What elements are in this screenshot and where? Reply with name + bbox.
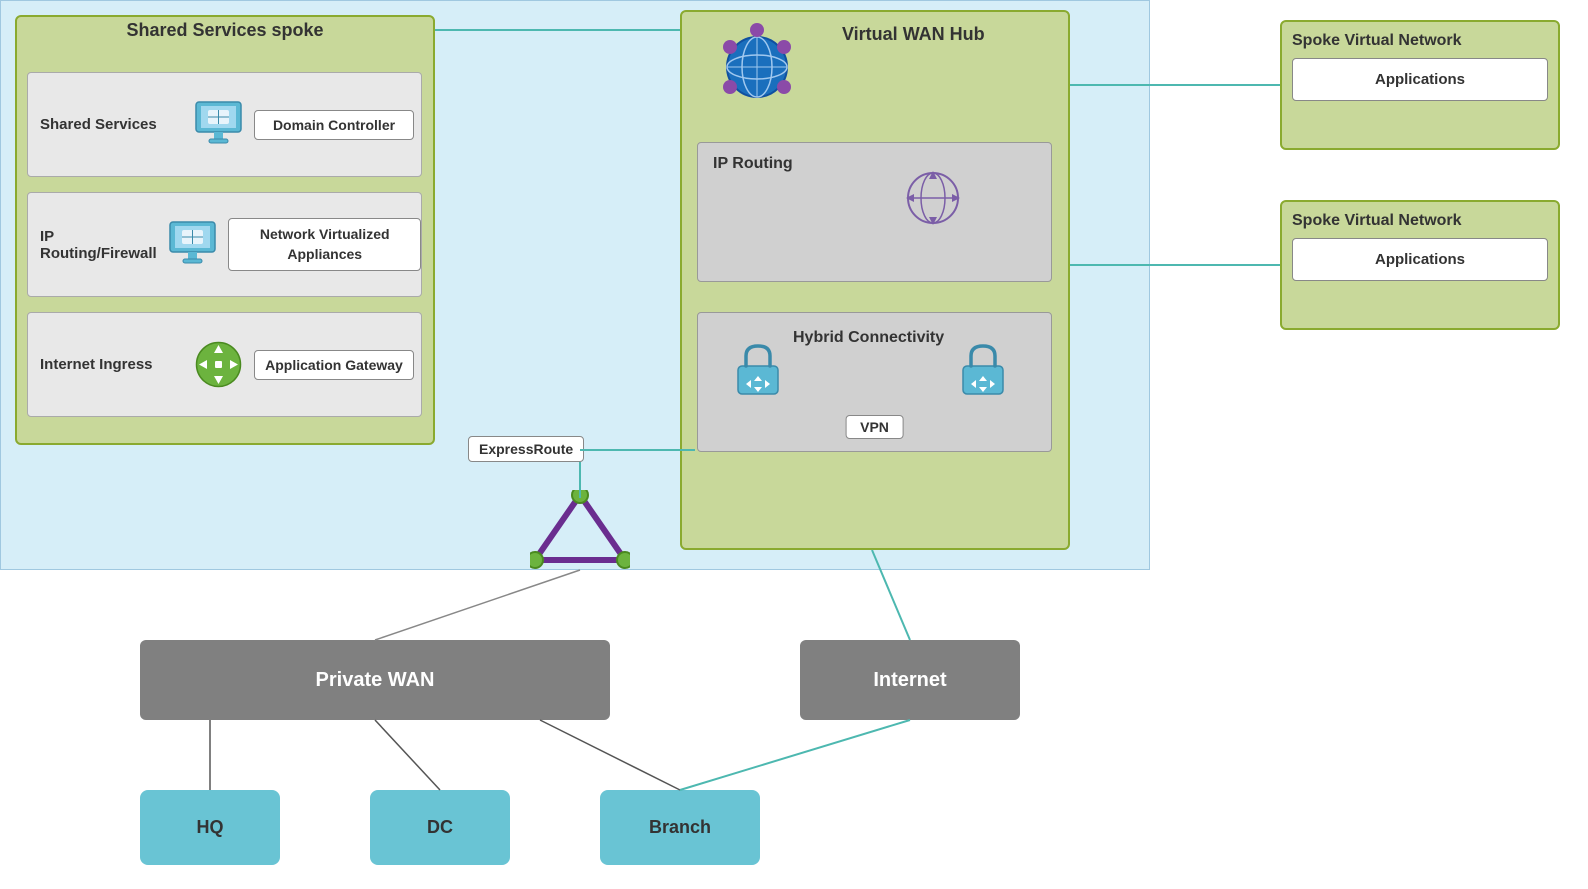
application-gateway-box: Application Gateway — [254, 350, 414, 380]
ip-routing-row: IP Routing/Firewall Network Virtualized … — [27, 192, 422, 297]
vwan-globe-icon — [712, 22, 802, 117]
internet-box: Internet — [800, 640, 1020, 720]
hybrid-connectivity-label: Hybrid Connectivity — [793, 328, 944, 349]
private-wan-label: Private WAN — [316, 669, 435, 692]
expressroute-label: ExpressRoute — [468, 436, 584, 462]
private-wan-box: Private WAN — [140, 640, 610, 720]
domain-controller-box: Domain Controller — [254, 110, 414, 140]
spoke-vnet-1: Spoke Virtual Network Applications — [1280, 20, 1560, 150]
branch-label: Branch — [649, 817, 711, 838]
routing-label: IP Routing — [713, 155, 793, 173]
spoke-vnet-1-app: Applications — [1292, 58, 1548, 101]
hq-label: HQ — [197, 817, 224, 838]
routing-box: IP Routing — [697, 142, 1052, 282]
hq-box: HQ — [140, 790, 280, 865]
lock-icon-right — [953, 338, 1013, 403]
ip-routing-label: IP Routing/Firewall — [28, 228, 157, 262]
computer-icon-1 — [191, 97, 246, 152]
routing-icon — [898, 163, 968, 238]
lock-icon-left — [728, 338, 788, 403]
internet-ingress-row: Internet Ingress Application Gateway — [27, 312, 422, 417]
spoke-vnet-2-title: Spoke Virtual Network — [1292, 212, 1548, 230]
shared-services-spoke: Shared Services spoke Shared Services Do… — [15, 15, 435, 445]
spoke-vnet-2: Spoke Virtual Network Applications — [1280, 200, 1560, 330]
dc-label: DC — [427, 817, 453, 838]
shared-services-label: Shared Services — [28, 116, 183, 133]
hybrid-connectivity-box: Hybrid Connectivity VPN — [697, 312, 1052, 452]
internet-ingress-label: Internet Ingress — [28, 356, 183, 373]
spoke-vnet-1-title: Spoke Virtual Network — [1292, 32, 1548, 50]
shared-services-spoke-title: Shared Services spoke — [116, 15, 333, 46]
vwan-hub-title: Virtual WAN Hub — [842, 24, 985, 45]
shared-services-row: Shared Services Domain Controller — [27, 72, 422, 177]
spoke-vnet-2-app: Applications — [1292, 238, 1548, 281]
computer-icon-2 — [165, 217, 220, 272]
gateway-icon — [191, 337, 246, 392]
branch-box: Branch — [600, 790, 760, 865]
network-virtualized-box: Network Virtualized Appliances — [228, 218, 421, 271]
dc-box: DC — [370, 790, 510, 865]
vpn-label: VPN — [845, 415, 904, 439]
expressroute-triangle-icon — [530, 490, 630, 575]
internet-label: Internet — [873, 669, 946, 692]
vwan-hub: Virtual WAN Hub IP Routing — [680, 10, 1070, 550]
